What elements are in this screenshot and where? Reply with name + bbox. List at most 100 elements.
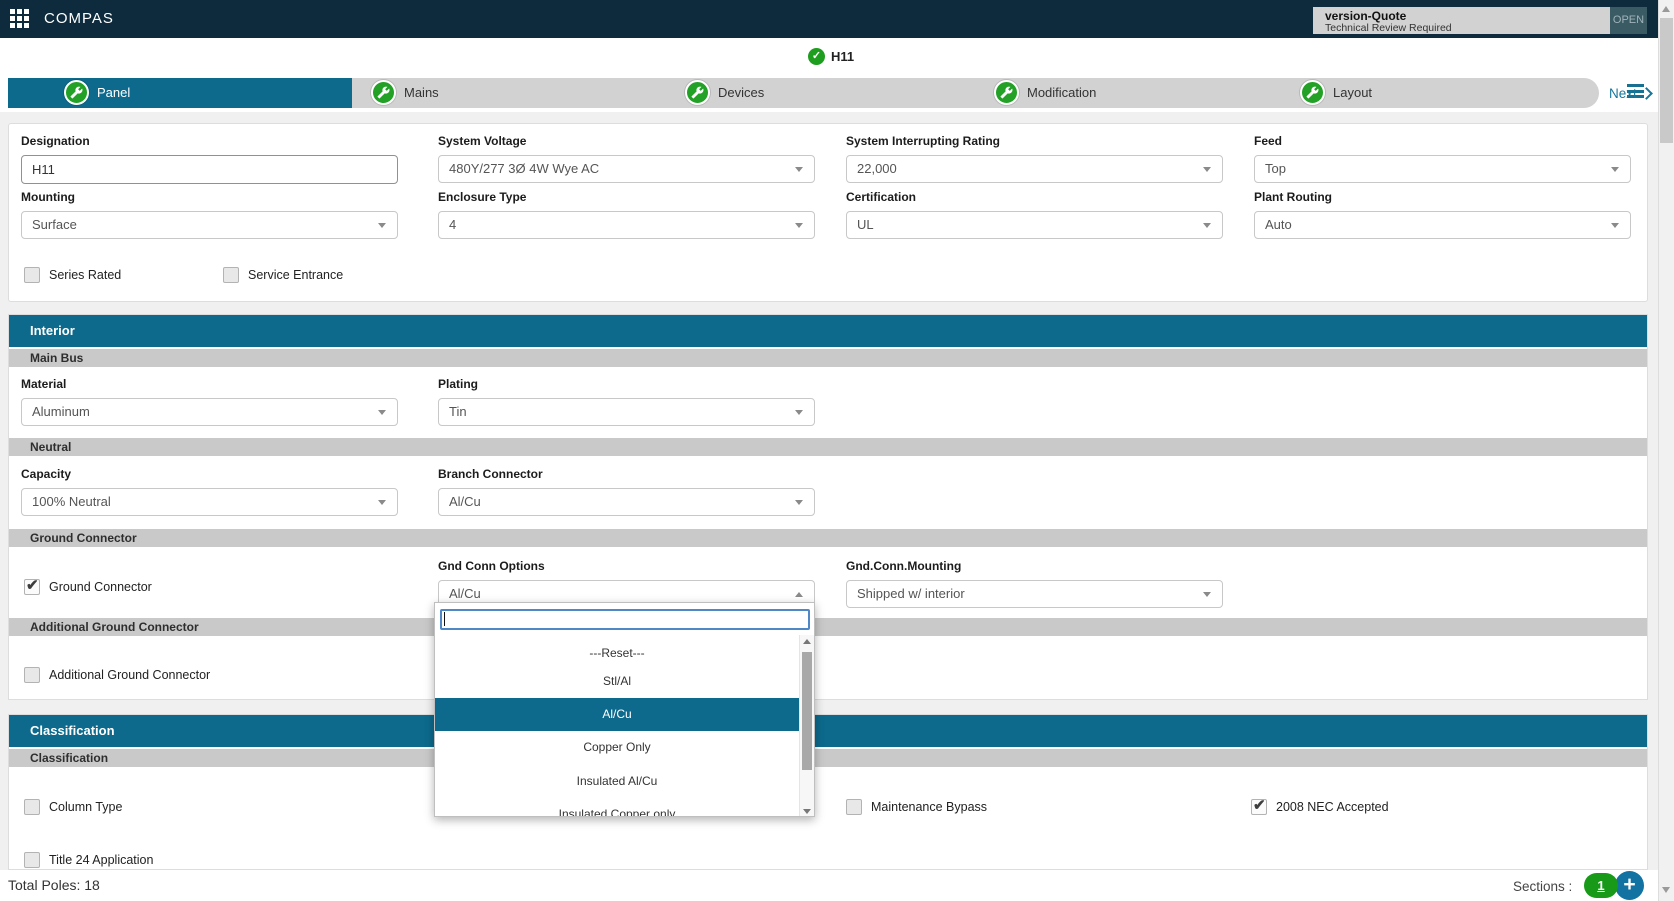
- system-interrupting-rating-select[interactable]: 22,000: [846, 155, 1223, 183]
- scroll-up-icon[interactable]: [1662, 6, 1670, 12]
- tab-devices[interactable]: Devices: [659, 78, 966, 108]
- dropdown-scrollbar: [799, 635, 814, 817]
- add-section-button[interactable]: +: [1615, 871, 1644, 900]
- branch-connector-label: Branch Connector: [438, 467, 815, 481]
- app-title: COMPAS: [44, 0, 114, 38]
- dropdown-search-input[interactable]: [440, 609, 810, 630]
- designation-label: Designation: [21, 134, 398, 148]
- dropdown-option-reset[interactable]: ---Reset---: [435, 638, 799, 668]
- section-count-badge[interactable]: 1: [1584, 873, 1618, 898]
- checkbox-unchecked[interactable]: [24, 852, 40, 868]
- scrollbar-thumb[interactable]: [802, 652, 812, 770]
- checkbox-unchecked[interactable]: [24, 267, 40, 283]
- chevron-right-icon: [1640, 87, 1653, 100]
- maintenance-bypass-checkbox[interactable]: Maintenance Bypass: [846, 799, 987, 815]
- certification-label: Certification: [846, 190, 1223, 204]
- plating-label: Plating: [438, 377, 815, 391]
- feed-select[interactable]: Top: [1254, 155, 1631, 183]
- scroll-down-icon[interactable]: [803, 809, 811, 814]
- service-entrance-checkbox[interactable]: Service Entrance: [223, 267, 343, 283]
- tab-layout[interactable]: Layout: [1273, 78, 1599, 108]
- series-rated-checkbox[interactable]: Series Rated: [24, 267, 121, 283]
- caret-down-icon: [1203, 167, 1211, 172]
- checkmark-icon: ✔: [1253, 796, 1266, 814]
- tab-modification[interactable]: Modification: [966, 78, 1273, 108]
- additional-ground-connector-checkbox[interactable]: Additional Ground Connector: [24, 667, 210, 683]
- material-select[interactable]: Aluminum: [21, 398, 398, 426]
- next-label: Next: [1609, 86, 1637, 101]
- gnd-conn-mounting-label: Gnd.Conn.Mounting: [846, 559, 1223, 573]
- certification-select[interactable]: UL: [846, 211, 1223, 239]
- caret-down-icon: [378, 223, 386, 228]
- caret-down-icon: [378, 500, 386, 505]
- checkbox-checked[interactable]: ✔: [24, 579, 40, 595]
- dropdown-option-insulated-copper-only[interactable]: Insulated Copper only: [435, 799, 799, 817]
- sections-label: Sections :: [1513, 879, 1572, 894]
- dropdown-option-al-cu[interactable]: Al/Cu: [435, 698, 799, 731]
- classification-subheader: Classification: [9, 749, 1647, 767]
- caret-down-icon: [1203, 592, 1211, 597]
- enclosure-type-select[interactable]: 4: [438, 211, 815, 239]
- ground-connector-checkbox[interactable]: ✔ Ground Connector: [24, 579, 152, 595]
- tab-mains[interactable]: Mains: [352, 78, 659, 108]
- scroll-down-icon[interactable]: [1662, 887, 1670, 893]
- scroll-up-icon[interactable]: [803, 639, 811, 644]
- feed-label: Feed: [1254, 134, 1631, 148]
- gnd-conn-mounting-select[interactable]: Shipped w/ interior: [846, 580, 1223, 608]
- capacity-select[interactable]: 100% Neutral: [21, 488, 398, 516]
- top-bar: COMPAS version-Quote Technical Review Re…: [0, 0, 1674, 38]
- text-cursor: [444, 612, 445, 626]
- check-circle-icon: ✓: [808, 48, 825, 65]
- dropdown-option-copper-only[interactable]: Copper Only: [435, 732, 799, 762]
- interior-card: Interior Main Bus Material Aluminum Plat…: [8, 314, 1648, 700]
- dropdown-option-stl-al[interactable]: Stl/Al: [435, 666, 799, 696]
- item-bar: ✓ H11: [0, 38, 1674, 78]
- open-button[interactable]: OPEN: [1610, 7, 1647, 34]
- ground-connector-header: Ground Connector: [9, 529, 1647, 547]
- dropdown-option-insulated-al-cu[interactable]: Insulated Al/Cu: [435, 766, 799, 796]
- caret-down-icon: [378, 410, 386, 415]
- panel-general-card: Designation System Voltage 480Y/277 3Ø 4…: [8, 123, 1648, 302]
- tab-label: Panel: [97, 85, 130, 100]
- system-voltage-label: System Voltage: [438, 134, 815, 148]
- plating-select[interactable]: Tin: [438, 398, 815, 426]
- additional-ground-connector-header: Additional Ground Connector: [9, 618, 1647, 636]
- checkbox-unchecked[interactable]: [223, 267, 239, 283]
- wizard-tab-bar: Panel Mains Devices Modification Lay: [8, 78, 1599, 108]
- mounting-label: Mounting: [21, 190, 398, 204]
- compas-app: COMPAS version-Quote Technical Review Re…: [0, 0, 1674, 901]
- tab-panel[interactable]: Panel: [8, 78, 352, 108]
- caret-down-icon: [795, 500, 803, 505]
- nec-accepted-checkbox[interactable]: ✔ 2008 NEC Accepted: [1251, 799, 1389, 815]
- gnd-conn-options-label: Gnd Conn Options: [438, 559, 815, 573]
- version-title: version-Quote: [1325, 9, 1406, 23]
- wrench-icon: [64, 80, 89, 105]
- title-24-application-checkbox[interactable]: Title 24 Application: [24, 852, 153, 868]
- wrench-icon: [994, 80, 1019, 105]
- column-type-checkbox[interactable]: Column Type: [24, 799, 122, 815]
- classification-card: Classification Classification Column Typ…: [8, 714, 1648, 870]
- version-box: version-Quote Technical Review Required …: [1313, 7, 1647, 34]
- version-status: Technical Review Required: [1325, 22, 1452, 34]
- branch-connector-select[interactable]: Al/Cu: [438, 488, 815, 516]
- classification-header: Classification: [9, 715, 1647, 747]
- material-label: Material: [21, 377, 398, 391]
- checkbox-checked[interactable]: ✔: [1251, 799, 1267, 815]
- next-button[interactable]: Next: [1609, 78, 1651, 108]
- designation-input[interactable]: [21, 155, 398, 184]
- system-voltage-select[interactable]: 480Y/277 3Ø 4W Wye AC: [438, 155, 815, 183]
- scrollbar-thumb[interactable]: [1660, 18, 1673, 143]
- app-launcher-grid-icon[interactable]: [10, 9, 29, 28]
- plant-routing-select[interactable]: Auto: [1254, 211, 1631, 239]
- page-scrollbar: [1658, 0, 1674, 901]
- checkbox-unchecked[interactable]: [24, 799, 40, 815]
- item-tab-h11[interactable]: ✓ H11: [808, 46, 854, 66]
- checkbox-unchecked[interactable]: [24, 667, 40, 683]
- main-bus-header: Main Bus: [9, 349, 1647, 367]
- mounting-select[interactable]: Surface: [21, 211, 398, 239]
- checkmark-icon: ✔: [26, 576, 39, 594]
- checkbox-unchecked[interactable]: [846, 799, 862, 815]
- enclosure-type-label: Enclosure Type: [438, 190, 815, 204]
- interior-header: Interior: [9, 315, 1647, 347]
- plant-routing-label: Plant Routing: [1254, 190, 1631, 204]
